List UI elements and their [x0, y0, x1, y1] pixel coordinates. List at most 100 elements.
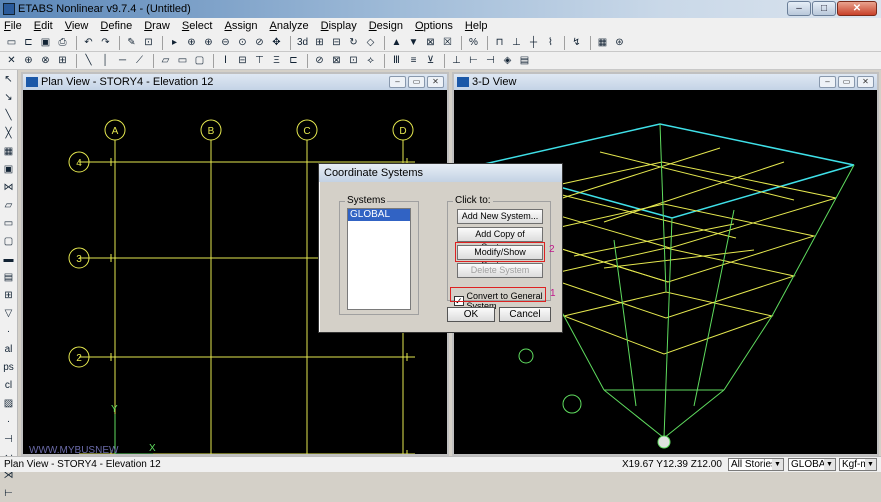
draw-frame-icon[interactable]: ╲ — [81, 54, 96, 68]
percent-icon[interactable]: % — [466, 36, 481, 50]
draw-opening-icon[interactable]: ▢ — [192, 54, 207, 68]
check-icon[interactable]: ⊛ — [612, 36, 627, 50]
add-new-system-button[interactable]: Add New System... — [457, 209, 543, 224]
menu-view[interactable]: View — [65, 20, 89, 32]
link-icon[interactable]: ⊏ — [286, 54, 301, 68]
print-icon[interactable]: ⎙ — [55, 36, 70, 50]
3d-view-icon[interactable]: 3d — [295, 36, 310, 50]
draw-beam-icon[interactable]: ─ — [115, 54, 130, 68]
display-shells-icon[interactable]: ≡ — [406, 54, 421, 68]
select-prev-icon[interactable]: ⊠ — [329, 54, 344, 68]
zoom-prev-icon[interactable]: ⊘ — [252, 36, 267, 50]
coord-system-select[interactable]: GLOBAL ▼ — [788, 458, 836, 471]
draw-brace-icon[interactable]: ⟋ — [132, 54, 147, 68]
triangle-icon[interactable]: ▽ — [1, 307, 16, 322]
reshape-icon[interactable]: ↘ — [1, 91, 16, 106]
display-links-icon[interactable]: ⊻ — [423, 54, 438, 68]
brace-icon[interactable]: ⋈ — [1, 181, 16, 196]
select-prev-side-icon[interactable]: ps — [1, 361, 16, 376]
dim-right-icon[interactable]: ⊢ — [1, 487, 16, 502]
menu-edit[interactable]: Edit — [34, 20, 53, 32]
pane3d-restore-icon[interactable]: ▭ — [838, 76, 855, 88]
pointer-icon[interactable]: ↖ — [1, 73, 16, 88]
joint-icon[interactable]: ┼ — [526, 36, 541, 50]
systems-list[interactable]: GLOBAL — [347, 208, 411, 310]
delete-system-button[interactable]: Delete System — [457, 263, 543, 278]
hatch-icon[interactable]: ▨ — [1, 397, 16, 412]
open-folder-icon[interactable]: ⊏ — [21, 36, 36, 50]
cancel-button[interactable]: Cancel — [499, 307, 551, 322]
rotate-icon[interactable]: ↻ — [346, 36, 361, 50]
menu-analyze[interactable]: Analyze — [270, 20, 309, 32]
redo-icon[interactable]: ↷ — [98, 36, 113, 50]
plan-grid-icon[interactable]: ▣ — [1, 163, 16, 178]
zoom-in-icon[interactable]: ⊕ — [201, 36, 216, 50]
menu-help[interactable]: Help — [465, 20, 488, 32]
ok-button[interactable]: OK — [447, 307, 495, 322]
pane3d-minimize-icon[interactable]: – — [819, 76, 836, 88]
menu-file[interactable]: File — [4, 20, 22, 32]
rect-area-icon[interactable]: ▭ — [1, 217, 16, 232]
dimension-icon[interactable]: ⊟ — [235, 54, 250, 68]
area-icon[interactable]: ▱ — [1, 199, 16, 214]
select-all-side-icon[interactable]: al — [1, 343, 16, 358]
menu-draw[interactable]: Draw — [144, 20, 170, 32]
set-elements-icon[interactable]: ☒ — [440, 36, 455, 50]
pencil-icon[interactable]: ✎ — [124, 36, 139, 50]
click-area-icon[interactable]: ▢ — [1, 235, 16, 250]
deformed-shape-icon[interactable]: ⊥ — [449, 54, 464, 68]
plan-view-icon[interactable]: ⊞ — [312, 36, 327, 50]
draw-line-icon[interactable]: ╳ — [1, 127, 16, 142]
line-icon[interactable]: ╲ — [1, 109, 16, 124]
menu-design[interactable]: Design — [369, 20, 403, 32]
dim-left-icon[interactable]: ⊣ — [1, 433, 16, 448]
undo-icon[interactable]: ↶ — [81, 36, 96, 50]
grid-icon[interactable]: ▦ — [1, 145, 16, 160]
pan-icon[interactable]: ✥ — [269, 36, 284, 50]
minimize-icon[interactable]: – — [787, 1, 811, 16]
menu-select[interactable]: Select — [182, 20, 213, 32]
snap-midpoint-icon[interactable]: ⊕ — [21, 54, 36, 68]
draw-column-icon[interactable]: │ — [98, 54, 113, 68]
spring-icon[interactable]: ⌇ — [543, 36, 558, 50]
lock-icon[interactable]: ⊡ — [141, 36, 156, 50]
wall-icon[interactable]: ▬ — [1, 253, 16, 268]
animate-icon[interactable]: ◈ — [500, 54, 515, 68]
restraint-icon[interactable]: ⊥ — [509, 36, 524, 50]
pane-restore-icon[interactable]: ▭ — [408, 76, 425, 88]
stress-icon[interactable]: ⊣ — [483, 54, 498, 68]
add-copy-system-button[interactable]: Add Copy of System... — [457, 227, 543, 252]
object-shrink-icon[interactable]: ⊠ — [423, 36, 438, 50]
close-icon[interactable]: ✕ — [837, 1, 877, 16]
pane-minimize-icon[interactable]: – — [389, 76, 406, 88]
move-down-icon[interactable]: ▼ — [406, 36, 421, 50]
reference-point-icon[interactable]: ⊤ — [252, 54, 267, 68]
zoom-restore-icon[interactable]: ⊙ — [235, 36, 250, 50]
zoom-window-icon[interactable]: ⊕ — [184, 36, 199, 50]
new-file-icon[interactable]: ▭ — [4, 36, 19, 50]
system-item-global[interactable]: GLOBAL — [348, 209, 410, 221]
frame-section-icon[interactable]: ⊓ — [492, 36, 507, 50]
menu-display[interactable]: Display — [321, 20, 357, 32]
save-icon[interactable]: ▣ — [38, 36, 53, 50]
run-analysis-icon[interactable]: ▸ — [167, 36, 182, 50]
panel-icon[interactable]: ▤ — [1, 271, 16, 286]
move-up-icon[interactable]: ▲ — [389, 36, 404, 50]
clear-selection-icon[interactable]: ⊡ — [346, 54, 361, 68]
snap-grid-icon[interactable]: ⊞ — [55, 54, 70, 68]
table-icon[interactable]: ▤ — [517, 54, 532, 68]
menu-assign[interactable]: Assign — [224, 20, 257, 32]
rubber-band-icon[interactable]: ⟡ — [363, 54, 378, 68]
design-icon[interactable]: ▦ — [595, 36, 610, 50]
snap-icon[interactable]: ✕ — [4, 54, 19, 68]
draw-wall-icon[interactable]: ▭ — [175, 54, 190, 68]
reference-line-icon[interactable]: Ξ — [269, 54, 284, 68]
load-icon[interactable]: ↯ — [569, 36, 584, 50]
zoom-out-icon[interactable]: ⊖ — [218, 36, 233, 50]
maximize-icon[interactable]: □ — [812, 1, 836, 16]
snap-intersection-icon[interactable]: ⊗ — [38, 54, 53, 68]
menu-define[interactable]: Define — [100, 20, 132, 32]
units-select[interactable]: Kgf-m ▼ — [839, 458, 877, 471]
stories-select[interactable]: All Stories ▼ — [728, 458, 784, 471]
pane3d-close-icon[interactable]: ✕ — [857, 76, 874, 88]
